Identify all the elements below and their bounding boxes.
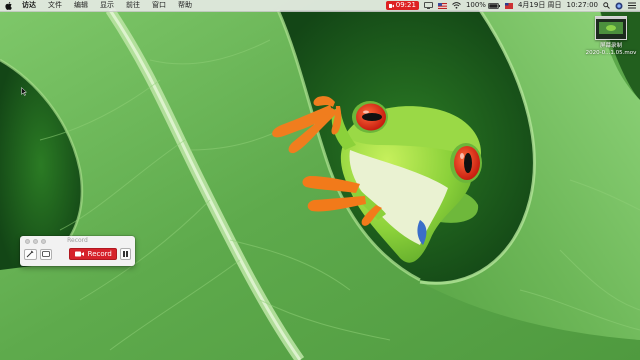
clock-label[interactable]: 10:27:00 [567, 0, 598, 11]
menu-view[interactable]: 显示 [94, 0, 120, 11]
record-window-titlebar[interactable]: Record [20, 236, 135, 246]
flag-icon[interactable] [437, 2, 447, 9]
battery-icon [488, 2, 500, 9]
file-name-line2: 2020-0...1.05.mov [585, 50, 637, 56]
search-icon[interactable] [603, 2, 610, 9]
pen-icon [26, 250, 34, 258]
pause-button[interactable] [120, 248, 131, 260]
battery-status[interactable]: 100% [466, 0, 500, 11]
display-icon[interactable] [424, 2, 433, 9]
date-label[interactable]: 4月19日 周日 [518, 0, 562, 11]
siri-icon[interactable] [615, 2, 623, 10]
recording-time: 09:21 [395, 1, 416, 9]
record-controls: Record [20, 246, 135, 262]
record-button-label: Record [87, 250, 112, 258]
menu-bar: 访达 文件 编辑 显示 前往 窗口 帮助 09:21 100% 4月19日 周日… [0, 0, 640, 12]
list-icon[interactable] [628, 2, 636, 9]
record-indicator-icon [388, 3, 394, 8]
record-window: Record Record [20, 236, 135, 266]
cursor-icon [21, 81, 28, 100]
battery-percent: 100% [465, 1, 486, 9]
video-thumbnail [595, 16, 627, 40]
desktop-wallpaper [0, 0, 640, 360]
annotate-button[interactable] [24, 248, 37, 260]
file-name-line1: 屏幕录制 [599, 43, 622, 49]
apple-icon[interactable] [0, 1, 16, 10]
pause-icon [123, 251, 128, 257]
wifi-icon[interactable] [452, 2, 461, 9]
camera-icon [74, 251, 84, 257]
menu-window[interactable]: 窗口 [146, 0, 172, 11]
menu-help[interactable]: 帮助 [172, 0, 198, 11]
window-select-icon [41, 251, 50, 257]
menu-go[interactable]: 前往 [120, 0, 146, 11]
status-area: 09:21 100% 4月19日 周日 10:27:00 [385, 0, 636, 11]
menu-file[interactable]: 文件 [42, 0, 68, 11]
flag-icon[interactable] [504, 2, 513, 9]
recording-status[interactable]: 09:21 [385, 1, 419, 10]
menu-edit[interactable]: 编辑 [68, 0, 94, 11]
window-select-button[interactable] [39, 248, 53, 260]
record-button[interactable]: Record [69, 248, 118, 260]
desktop-file-screen-recording[interactable]: 屏幕录制 2020-0...1.05.mov [584, 16, 638, 57]
menu-finder[interactable]: 访达 [16, 0, 42, 11]
record-window-title: Record [67, 237, 88, 244]
